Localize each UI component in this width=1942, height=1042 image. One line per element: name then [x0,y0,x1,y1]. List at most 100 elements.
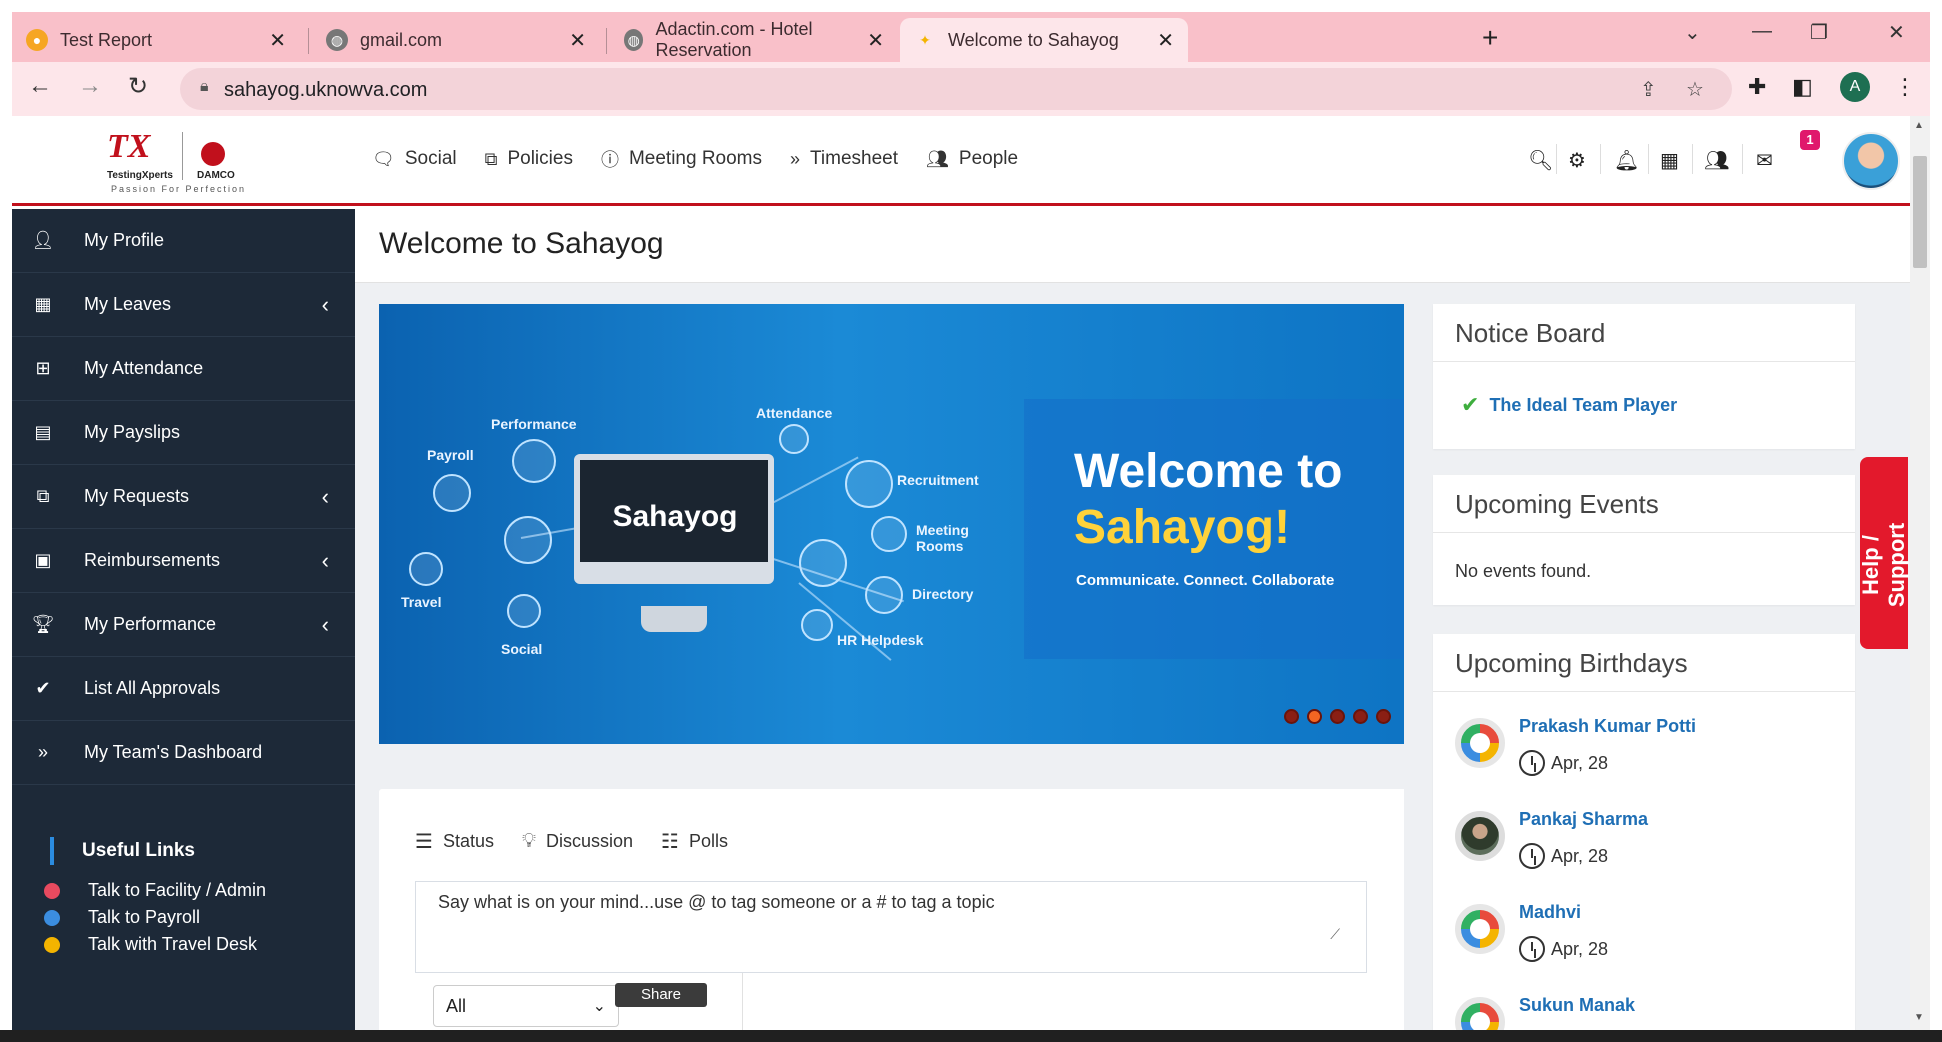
tab-status[interactable]: ☰ Status [415,829,494,854]
scroll-up-icon[interactable]: ▲ [1914,120,1924,131]
back-icon[interactable]: ← [28,72,52,100]
birthday-name[interactable]: Pankaj Sharma [1519,809,1648,830]
tab-strip: ● Test Report ✕ ◍ gmail.com ✕ ◍ Adactin.… [12,12,1930,62]
calendar-icon[interactable]: ▦ [1660,148,1679,173]
sahayog-favicon-icon: ✦ [919,31,931,48]
performance-node-icon [512,439,556,483]
settings-cogs-icon[interactable]: ⚙ [1568,148,1586,173]
calendar-icon: ▦ [34,294,52,314]
chevron-left-icon: ‹ [321,291,329,317]
useful-link-travel-desk[interactable]: Talk with Travel Desk [44,934,257,955]
sidebar-item-my-profile[interactable]: 👤︎ My Profile [12,209,355,273]
nav-people[interactable]: 👥︎ People [926,146,1018,172]
close-icon[interactable]: ✕ [269,28,286,53]
tab-adactin[interactable]: ◍ Adactin.com - Hotel Reservation ✕ [610,18,898,62]
close-icon[interactable]: ✕ [1157,28,1174,53]
status-placeholder: Say what is on your mind...use @ to tag … [438,892,995,912]
extensions-icon[interactable]: ✚ [1748,74,1766,100]
avatar-center [1470,919,1490,939]
help-support-tab[interactable]: Help / Support [1858,457,1909,649]
tab-title: Test Report [60,29,153,50]
tab-title: Adactin.com - Hotel Reservation [655,19,813,60]
sidebar-item-my-payslips[interactable]: ▤ My Payslips [12,401,355,465]
tab-label: Polls [688,831,728,851]
hero-banner[interactable]: Performance Payroll Travel Social Sahayo… [379,304,1404,744]
bell-icon[interactable]: 🔔︎ [1614,148,1639,173]
tab-sahayog[interactable]: ✦ Welcome to Sahayog ✕ [900,18,1188,62]
kebab-menu-icon[interactable]: ⋮ [1894,74,1916,100]
chevron-down-icon: ⌄ [592,998,606,1015]
sidebar-item-my-leaves[interactable]: ▦ My Leaves ‹ [12,273,355,337]
close-icon[interactable]: ✕ [569,28,586,53]
main-content: Welcome to Sahayog Performance Payroll T… [355,209,1910,1042]
sidebar: 👤︎ My Profile ▦ My Leaves ‹ ⊞ My Attenda… [12,209,355,1042]
share-button[interactable]: Share [615,983,707,1007]
omnibox[interactable]: 🔒︎ sahayog.uknowva.com ⇪ ☆ [180,68,1732,110]
page-scrollbar[interactable]: ▲ ▼ [1910,116,1930,1042]
tab-gmail[interactable]: ◍ gmail.com ✕ [312,18,600,62]
trophy-icon: 🏆︎ [31,614,55,634]
birthday-date: Apr, 28 [1519,843,1608,869]
search-icon[interactable]: 🔍︎ [1528,148,1553,173]
new-tab-button[interactable]: + [1482,22,1498,54]
profile-avatar[interactable]: A [1840,72,1870,102]
sidebar-item-reimbursements[interactable]: ▣ Reimbursements ‹ [12,529,355,593]
sidebar-item-my-teams-dashboard[interactable]: » My Team's Dashboard [12,721,355,785]
node-label: Attendance [756,405,833,421]
birthday-name[interactable]: Madhvi [1519,902,1581,923]
nav-timesheet[interactable]: » Timesheet [790,146,898,172]
birthday-name[interactable]: Sukun Manak [1519,995,1635,1016]
sidebar-item-my-performance[interactable]: 🏆︎ My Performance ‹ [12,593,355,657]
sidebar-item-my-attendance[interactable]: ⊞ My Attendance [12,337,355,401]
forward-icon[interactable]: → [78,72,102,100]
carousel-dot[interactable] [1330,709,1345,724]
minimize-button[interactable]: — [1752,20,1772,43]
scrollbar-thumb[interactable] [1913,156,1927,268]
close-icon[interactable]: ✕ [867,28,884,53]
nav-policies[interactable]: ⧉ Policies [485,146,573,172]
chevron-left-icon: ‹ [321,547,329,573]
mail-icon[interactable]: ✉ [1756,148,1773,173]
company-logo[interactable]: TX TestingXperts DAMCO Passion For Perfe… [107,128,257,198]
user-avatar[interactable] [1842,132,1900,190]
avatar[interactable] [1455,811,1505,861]
status-textarea[interactable]: Say what is on your mind...use @ to tag … [415,881,1367,973]
carousel-dot-active[interactable] [1307,709,1322,724]
share-icon[interactable]: ⇪ [1640,77,1657,102]
visibility-select[interactable]: All ⌄ [433,985,619,1027]
scroll-down-icon[interactable]: ▼ [1914,1012,1924,1023]
useful-link-payroll[interactable]: Talk to Payroll [44,907,200,928]
sidebar-item-my-requests[interactable]: ⧉ My Requests ‹ [12,465,355,529]
banner-welcome-line1: Welcome to [1074,445,1343,498]
tab-test-report[interactable]: ● Test Report ✕ [12,18,300,62]
resize-handle-icon[interactable]: ⟋ [1330,926,1340,943]
notice-item[interactable]: ✔ The Ideal Team Player [1461,392,1677,418]
sidebar-item-label: My Payslips [84,422,181,442]
close-window-button[interactable]: ✕ [1888,20,1905,45]
bookmark-star-icon[interactable]: ☆ [1686,77,1704,102]
nav-social[interactable]: 🗨︎ Social [372,146,457,172]
side-panel-icon[interactable]: ◧ [1792,74,1813,100]
nav-meeting-rooms[interactable]: ⓘ Meeting Rooms [601,146,762,172]
restore-button[interactable]: ❐ [1810,20,1828,45]
recruitment-node-icon [845,460,893,508]
tab-polls[interactable]: ☷ Polls [661,829,728,854]
meeting-node-icon [871,516,907,552]
reload-icon[interactable]: ↻ [128,72,148,101]
useful-links-heading: Useful Links [50,837,195,865]
useful-link-facility[interactable]: Talk to Facility / Admin [44,880,266,901]
users-icon[interactable]: 👥︎ [1704,148,1729,173]
tab-search-icon[interactable]: ⌄ [1684,20,1701,45]
payroll-node-icon [433,474,471,512]
carousel-dot[interactable] [1284,709,1299,724]
yellow-dot-icon [44,936,60,953]
useful-link-label: Talk to Facility / Admin [88,880,267,900]
carousel-dot[interactable] [1353,709,1368,724]
copy-icon: ⧉ [36,486,50,506]
carousel-dot[interactable] [1376,709,1391,724]
avatar[interactable] [1455,718,1505,768]
sidebar-item-list-all-approvals[interactable]: ✔ List All Approvals [12,657,355,721]
tab-discussion[interactable]: 💡︎ Discussion [522,829,633,854]
birthday-name[interactable]: Prakash Kumar Potti [1519,716,1696,737]
avatar[interactable] [1455,904,1505,954]
